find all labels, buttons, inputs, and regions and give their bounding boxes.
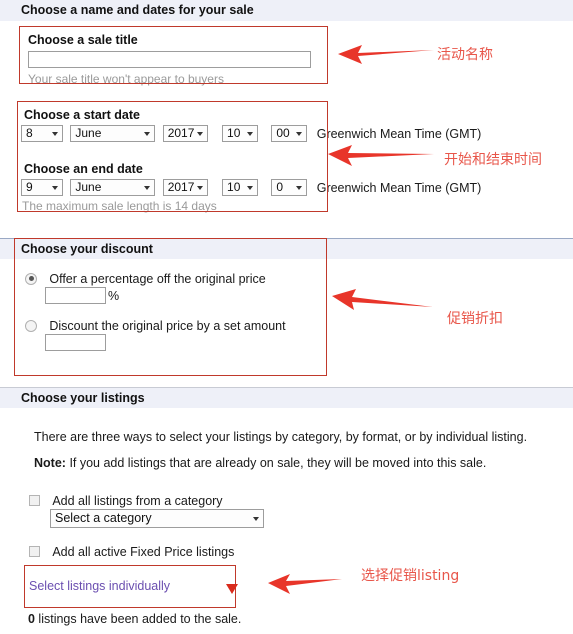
end-date-label: Choose an end date <box>24 162 143 176</box>
max-sale-length-hint: The maximum sale length is 14 days <box>22 199 217 213</box>
sale-title-label: Choose a sale title <box>28 33 138 47</box>
annotation-label-sale-title: 活动名称 <box>437 47 493 63</box>
percent-sign-label: % <box>108 289 120 303</box>
listings-added-count-text: listings have been added to the sale. <box>34 612 242 626</box>
listings-note-text: If you add listings that are already on … <box>69 456 487 470</box>
radio-percentage-off[interactable] <box>25 272 37 285</box>
percentage-input[interactable] <box>45 287 106 304</box>
annotation-label-listings: 选择促销listing <box>361 568 460 584</box>
annotation-triangle-marker <box>226 584 238 594</box>
section-header-discount-label: Choose your discount <box>21 242 153 256</box>
checkbox-add-fixed-price-label: Add all active Fixed Price listings <box>52 544 235 559</box>
discount-option-percentage-row[interactable]: Offer a percentage off the original pric… <box>25 271 266 286</box>
listings-intro-text: There are three ways to select your list… <box>34 430 528 444</box>
discount-option-set-amount-row[interactable]: Discount the original price by a set amo… <box>25 318 286 333</box>
listings-added-count: 0 listings have been added to the sale. <box>28 612 241 626</box>
category-select[interactable]: Select a category <box>50 509 264 528</box>
end-year-select[interactable]: 2017 <box>162 179 208 196</box>
checkbox-add-category-label: Add all listings from a category <box>52 493 223 508</box>
radio-set-amount-label: Discount the original price by a set amo… <box>49 318 286 333</box>
checkbox-category-row[interactable]: Add all listings from a category <box>29 493 223 508</box>
listings-note: Note: If you add listings that are alrea… <box>34 456 486 470</box>
checkbox-fixed-price-row[interactable]: Add all active Fixed Price listings <box>29 544 234 559</box>
select-listings-individually-link[interactable]: Select listings individually <box>29 579 170 593</box>
listings-note-prefix: Note: <box>34 456 66 470</box>
end-month-select[interactable]: June <box>70 179 156 196</box>
sale-title-input[interactable] <box>28 51 311 68</box>
end-date-row: 9 June 2017 10 0 Greenwich Mean Time (GM… <box>21 179 481 196</box>
start-year-select[interactable]: 2017 <box>162 125 208 142</box>
section-header-name-dates: Choose a name and dates for your sale <box>0 0 573 21</box>
end-minute-select[interactable]: 0 <box>271 179 308 196</box>
sale-title-hint: Your sale title won't appear to buyers <box>28 72 224 86</box>
section-header-name-dates-label: Choose a name and dates for your sale <box>21 3 254 17</box>
annotation-label-discount: 促销折扣 <box>447 311 503 327</box>
end-day-select[interactable]: 9 <box>21 179 63 196</box>
listings-added-count-number: 0 <box>28 612 35 626</box>
radio-set-amount[interactable] <box>25 319 37 332</box>
end-timezone-label: Greenwich Mean Time (GMT) <box>316 180 482 195</box>
start-day-select[interactable]: 8 <box>21 125 63 142</box>
annotation-arrow-discount <box>332 289 433 310</box>
set-amount-input[interactable] <box>45 334 106 351</box>
start-timezone-label: Greenwich Mean Time (GMT) <box>316 126 482 141</box>
start-date-label: Choose a start date <box>24 108 141 122</box>
start-date-row: 8 June 2017 10 00 Greenwich Mean Time (G… <box>21 125 481 142</box>
start-month-select[interactable]: June <box>70 125 156 142</box>
section-header-listings: Choose your listings <box>0 387 573 408</box>
annotation-arrow-sale-title <box>338 45 434 64</box>
annotation-arrow-dates <box>328 145 434 166</box>
radio-percentage-off-label: Offer a percentage off the original pric… <box>49 271 266 286</box>
checkbox-add-category[interactable] <box>29 495 40 507</box>
annotation-arrow-listings <box>268 574 342 594</box>
section-header-listings-label: Choose your listings <box>21 391 145 405</box>
annotation-label-dates: 开始和结束时间 <box>444 152 542 168</box>
start-hour-select[interactable]: 10 <box>222 125 259 142</box>
section-header-discount: Choose your discount <box>0 238 573 259</box>
end-hour-select[interactable]: 10 <box>222 179 259 196</box>
checkbox-add-fixed-price[interactable] <box>29 546 40 558</box>
start-minute-select[interactable]: 00 <box>271 125 308 142</box>
